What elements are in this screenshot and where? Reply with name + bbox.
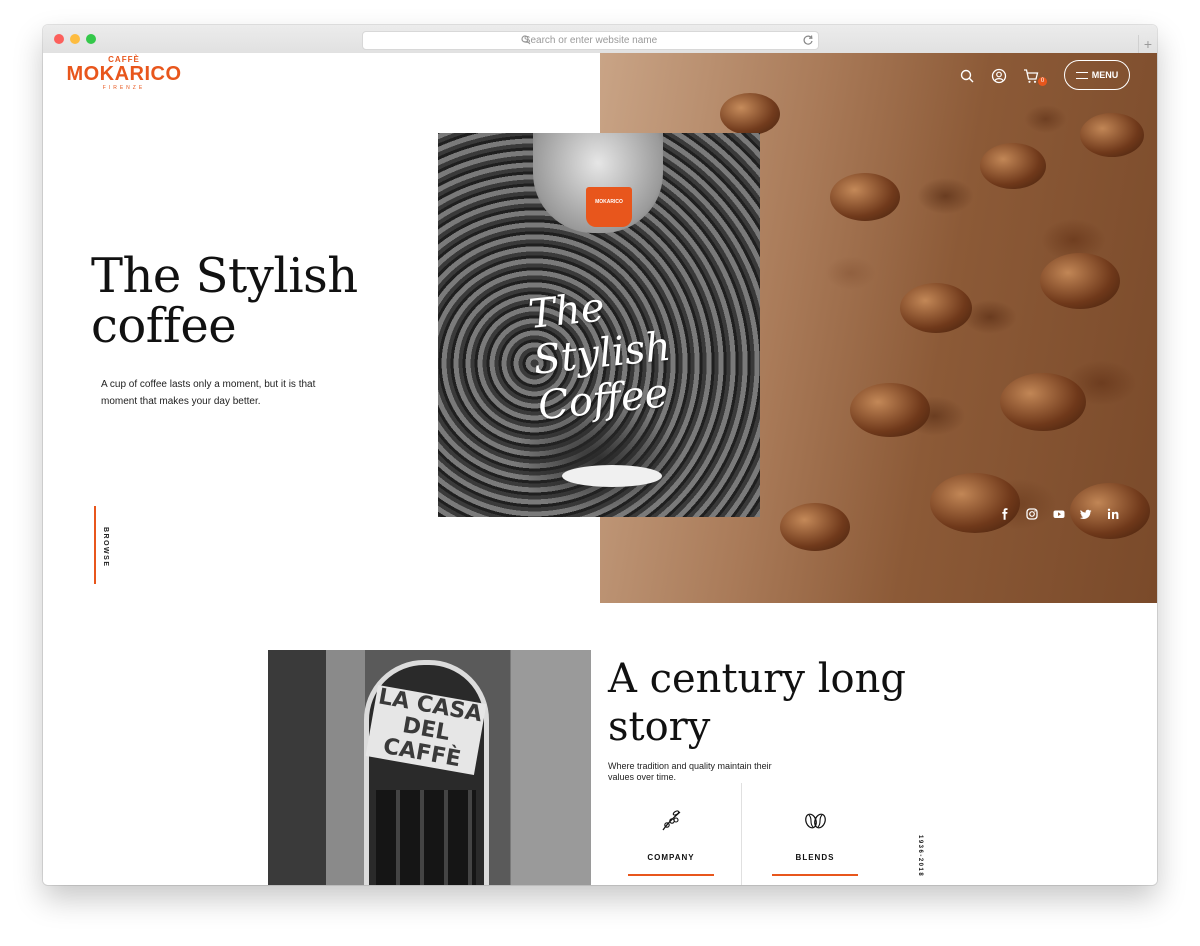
story-subtitle: Where tradition and quality maintain the… xyxy=(608,761,772,782)
bean-shape xyxy=(900,283,972,333)
storefront-door xyxy=(376,790,476,885)
bean-shape xyxy=(1080,113,1144,157)
bean-shape xyxy=(850,383,930,437)
bean-shape xyxy=(830,173,900,221)
shopping-cart-icon[interactable] xyxy=(1023,68,1039,84)
company-card[interactable]: COMPANY xyxy=(626,808,716,876)
hamburger-icon xyxy=(1075,71,1088,79)
search-icon[interactable] xyxy=(959,68,975,84)
hero-photo: MOKARICO The Stylish Coffee xyxy=(438,133,760,517)
menu-button[interactable]: MENU xyxy=(1064,60,1130,90)
story-title: A century long story xyxy=(608,656,906,750)
bean-shape xyxy=(980,143,1046,189)
title-bar: Search or enter website name + xyxy=(43,25,1157,54)
hero-subtitle: A cup of coffee lasts only a moment, but… xyxy=(101,379,316,407)
company-underline xyxy=(628,874,714,876)
address-placeholder: Search or enter website name xyxy=(523,35,658,46)
coffee-beans-icon xyxy=(805,813,826,829)
cart-count-badge: 0 xyxy=(1038,77,1047,86)
linkedin-icon[interactable] xyxy=(1106,507,1120,521)
user-account-icon[interactable] xyxy=(991,68,1007,84)
bean-shape xyxy=(720,93,780,135)
browse-link[interactable]: BROWSE xyxy=(102,527,109,568)
blends-card[interactable]: BLENDS xyxy=(770,808,860,876)
browser-window: Search or enter website name + CAFFÈ MOK… xyxy=(43,25,1157,885)
coffee-plant-icon xyxy=(662,810,681,831)
minimize-window-button[interactable] xyxy=(70,34,80,44)
twitter-icon[interactable] xyxy=(1079,507,1093,521)
reload-icon[interactable] xyxy=(802,34,814,46)
bean-shape xyxy=(930,473,1020,533)
facebook-icon[interactable] xyxy=(998,507,1012,521)
zoom-window-button[interactable] xyxy=(86,34,96,44)
company-label: COMPANY xyxy=(647,853,695,862)
bean-shape xyxy=(1000,373,1086,431)
address-bar[interactable]: Search or enter website name xyxy=(362,31,819,50)
blends-underline xyxy=(772,874,858,876)
youtube-icon[interactable] xyxy=(1052,507,1066,521)
site-logo[interactable]: CAFFÈ MOKARICO FIRENZE xyxy=(64,53,184,97)
page-content: CAFFÈ MOKARICO FIRENZE 0 MENU The Stylis… xyxy=(43,53,1157,885)
search-icon xyxy=(521,35,531,45)
cafe-storefront-photo: LA CASA DEL CAFFÈ xyxy=(268,650,591,885)
new-tab-button[interactable]: + xyxy=(1138,35,1157,53)
logo-brand: MOKARICO xyxy=(66,63,182,85)
logo-city: FIRENZE xyxy=(102,85,146,91)
blends-label: BLENDS xyxy=(795,853,835,862)
close-window-button[interactable] xyxy=(54,34,64,44)
cup-label: MOKARICO xyxy=(595,199,623,205)
coffee-cup xyxy=(586,187,632,227)
menu-label: MENU xyxy=(1091,70,1119,80)
bean-shape xyxy=(1040,253,1120,309)
hero-title: The Stylish coffee xyxy=(91,248,358,354)
instagram-icon[interactable] xyxy=(1025,507,1039,521)
photo-script-text: The Stylish Coffee xyxy=(526,284,674,430)
bean-shape xyxy=(780,503,850,551)
saucer xyxy=(562,465,662,487)
years-label: 1936-2018 xyxy=(917,835,923,878)
browse-line xyxy=(94,506,96,584)
cards-divider xyxy=(741,783,742,885)
